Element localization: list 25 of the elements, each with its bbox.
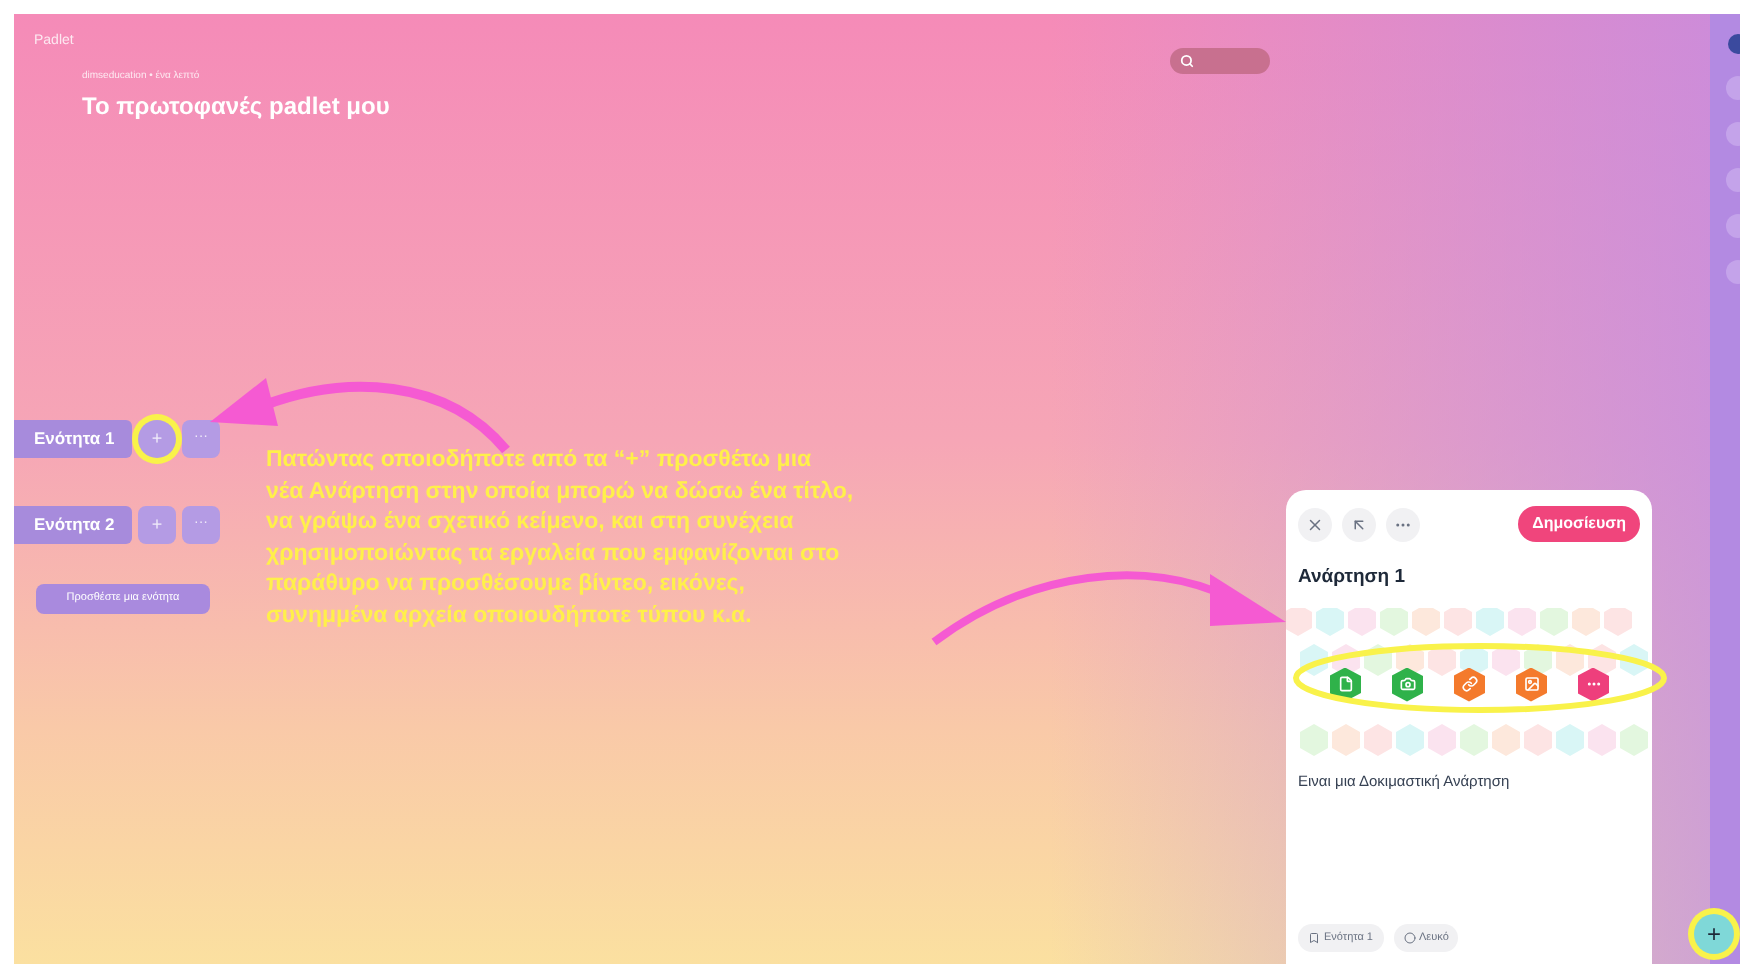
search-field[interactable]	[1170, 48, 1270, 74]
image-icon	[1523, 676, 1539, 693]
search-icon	[1180, 54, 1194, 68]
publish-button[interactable]: Δημοσίευση	[1518, 506, 1640, 542]
arrow-icon	[1350, 515, 1368, 533]
add-post-button[interactable]: +	[138, 506, 176, 544]
circle-icon	[1403, 932, 1415, 944]
camera-icon	[1399, 676, 1415, 693]
more-button[interactable]	[1386, 507, 1420, 541]
add-post-button[interactable]: +	[138, 420, 176, 458]
image-tool-button[interactable]	[1515, 667, 1547, 702]
padlet-title: Το πρωτοφανές padlet μου	[82, 90, 390, 124]
annotation-text: Πατώντας οποιοδήποτε από τα “+” προσθέτω μια νέα Ανάρτηση στην οποία μπορώ να δώσω ένα τίτλο, να γράψω ένα σχετικό κείμενο, και στη συνέχεια χρησιμοποιώντας τα εργαλεία που εμφανίζονται στο παράθυρο να προσθέσουμε βίντεο, εικόνες, συνημμένα αρχεία οποιουδήποτε τύπου κ.α.	[266, 446, 854, 631]
link-tool-button[interactable]	[1453, 667, 1485, 702]
close-icon	[1306, 515, 1324, 533]
file-icon	[1337, 676, 1353, 693]
close-button[interactable]	[1298, 507, 1332, 541]
section-title[interactable]: Ενότητα 1	[14, 420, 132, 458]
fab-add-button[interactable]: +	[1694, 914, 1734, 954]
camera-tool-button[interactable]	[1391, 667, 1423, 702]
post-title: Ανάρτηση 1	[1298, 564, 1408, 592]
expand-button[interactable]	[1342, 507, 1376, 541]
bookmark-icon	[1308, 932, 1320, 944]
link-icon	[1461, 676, 1477, 693]
section-title[interactable]: Ενότητα 2	[14, 506, 132, 544]
